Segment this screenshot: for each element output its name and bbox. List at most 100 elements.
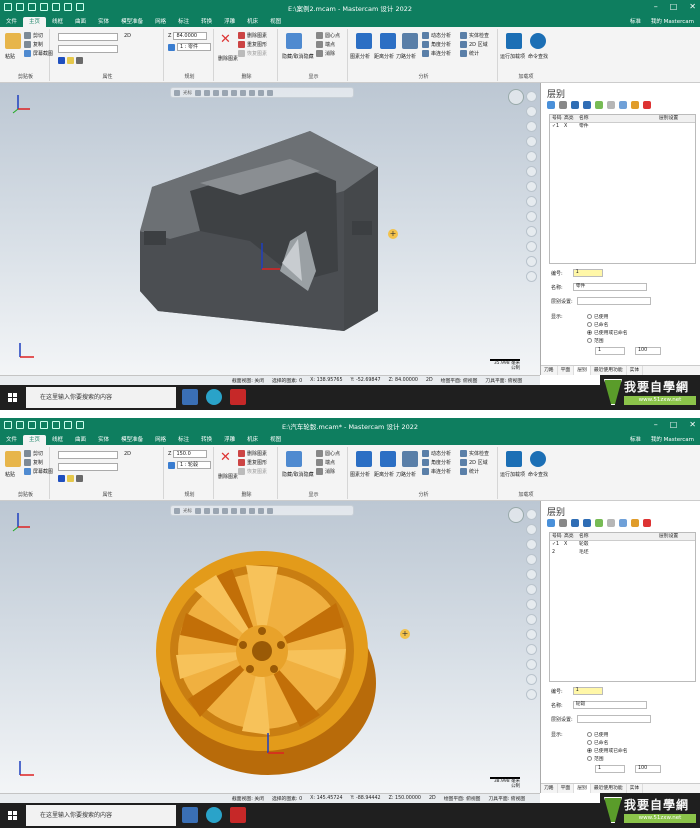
run-addin-icon[interactable] [506, 451, 522, 467]
lock-icon[interactable] [607, 519, 615, 527]
snap-icon-5[interactable] [231, 507, 237, 514]
menu-annotate[interactable]: 标注 [172, 17, 195, 27]
z-depth-field[interactable]: Z 84.0000 [168, 32, 208, 40]
mask-dims-icon[interactable] [526, 256, 537, 267]
mask-splines-icon[interactable] [526, 569, 537, 580]
maximize-icon[interactable]: □ [670, 420, 678, 429]
tab-toolpaths[interactable]: 刀路 [541, 366, 558, 375]
my-mastercam[interactable]: 我的 Mastercam [651, 17, 694, 27]
taskbar-search[interactable]: 在这里输入你要搜索的内容 [26, 387, 176, 408]
refresh-icon[interactable] [595, 519, 603, 527]
windows-start-icon[interactable] [8, 393, 17, 402]
distance-icon[interactable] [380, 33, 396, 49]
dynamic-analysis-button[interactable]: 动态分析 [422, 450, 451, 457]
cut-button[interactable]: 剪切 [24, 450, 43, 457]
taskbar-search[interactable]: 在这里输入你要搜索的内容 [26, 805, 176, 826]
tab-solids[interactable]: 实体 [627, 366, 644, 375]
command-search-icon[interactable] [530, 33, 546, 49]
toolpath-analysis-icon[interactable] [402, 451, 418, 467]
menu-home[interactable]: 主页 [23, 435, 47, 445]
snap-icon-4[interactable] [222, 507, 228, 514]
minimize-icon[interactable]: – [654, 420, 658, 429]
help-icon[interactable] [643, 519, 651, 527]
area-2d-button[interactable]: 2D 区域 [460, 41, 488, 48]
paste-button[interactable]: 粘贴 [5, 53, 15, 60]
toolpath-analysis-button[interactable]: 刀路分析 [396, 53, 416, 60]
menu-view[interactable]: 视图 [264, 435, 287, 445]
menu-surfaces[interactable]: 曲面 [69, 435, 92, 445]
help-icon[interactable] [643, 101, 651, 109]
hide-unhide-button[interactable]: 隐藏/取消隐藏 [282, 53, 314, 60]
name-field[interactable]: 轮毂 [572, 701, 647, 709]
statistics-button[interactable]: 统计 [460, 468, 479, 475]
menu-solids[interactable]: 实体 [92, 17, 115, 27]
menu-mesh[interactable]: 网格 [149, 435, 172, 445]
clear-button[interactable]: 消除 [316, 50, 335, 57]
level-value[interactable]: 1 : 轮毂 [177, 461, 211, 469]
gear-icon[interactable] [631, 101, 639, 109]
layers-icon[interactable] [571, 519, 579, 527]
menu-annotate[interactable]: 标注 [172, 435, 195, 445]
color-swatches[interactable] [58, 475, 83, 482]
minimize-icon[interactable]: – [654, 2, 658, 11]
lock-icon[interactable] [607, 101, 615, 109]
dimension-toggle[interactable]: 2D [124, 451, 131, 457]
clear-select-icon[interactable] [267, 89, 273, 96]
solid-check-button[interactable]: 实体检查 [460, 450, 489, 457]
workspace-selector[interactable]: 标准 [630, 435, 641, 445]
mask-color-icon[interactable] [526, 614, 537, 625]
mask-result-icon[interactable] [526, 241, 537, 252]
find-level-icon[interactable] [559, 519, 567, 527]
angle-analysis-button[interactable]: 角度分析 [422, 41, 451, 48]
clear-button[interactable]: 消除 [316, 468, 335, 475]
mask-level-icon[interactable] [526, 629, 537, 640]
copy-button[interactable]: 复制 [24, 459, 43, 466]
menu-solids[interactable]: 实体 [92, 435, 115, 445]
graphics-viewport[interactable]: 光标 + 35.998 毫米 公制 [0, 83, 540, 375]
run-addin-button[interactable]: 运行加载项 [500, 471, 525, 478]
snap-icon-2[interactable] [204, 507, 210, 514]
filter-icon[interactable] [240, 507, 246, 514]
print-level-icon[interactable] [619, 519, 627, 527]
select-icon[interactable] [174, 507, 180, 514]
refresh-icon[interactable] [595, 101, 603, 109]
mask-misc-icon[interactable] [526, 689, 537, 700]
z-value[interactable]: 84.0000 [173, 32, 208, 40]
add-level-icon[interactable] [547, 101, 555, 109]
distance-icon[interactable] [380, 451, 396, 467]
radio-used[interactable]: 已使用 [587, 731, 608, 738]
delete-duplicate-button[interactable]: 删除图素 [238, 32, 267, 39]
mask-result-icon[interactable] [526, 659, 537, 670]
snap-icon[interactable] [195, 507, 201, 514]
center-point-button[interactable]: 圆心点 [316, 450, 340, 457]
line-style-combo[interactable] [58, 33, 118, 41]
construction-plane[interactable]: 绘图平面: 俯视图 [441, 377, 478, 384]
line-width-combo[interactable] [58, 463, 118, 471]
angle-analysis-button[interactable]: 角度分析 [422, 459, 451, 466]
delete-entities-button[interactable]: 删除图素 [218, 473, 238, 480]
view-cube-icon[interactable] [508, 89, 524, 105]
center-point-button[interactable]: 圆心点 [316, 32, 340, 39]
mode-toggle[interactable]: 2D [426, 378, 433, 383]
menu-file[interactable]: 文件 [0, 17, 23, 27]
menu-mesh[interactable]: 网格 [149, 17, 172, 27]
range-from-field[interactable]: 1 [595, 765, 625, 773]
tab-levels[interactable]: 层别 [574, 784, 591, 793]
z-depth-field[interactable]: Z 150.0 [168, 450, 208, 458]
mask-level-icon[interactable] [526, 211, 537, 222]
select-all-icon[interactable] [249, 89, 255, 96]
solid-check-button[interactable]: 实体检查 [460, 32, 489, 39]
tab-solids[interactable]: 实体 [627, 784, 644, 793]
mask-arcs-icon[interactable] [526, 136, 537, 147]
number-field[interactable]: 1 [572, 687, 603, 695]
undelete-button[interactable]: 恢复图素 [238, 468, 267, 475]
dimension-toggle[interactable]: 2D [124, 33, 131, 39]
close-icon[interactable]: ✕ [689, 420, 696, 429]
entity-analysis-button[interactable]: 图素分析 [350, 53, 370, 60]
mask-points-icon[interactable] [526, 106, 537, 117]
mask-dims-icon[interactable] [526, 674, 537, 685]
menu-relief[interactable]: 浮雕 [218, 435, 241, 445]
row-highlight[interactable] [564, 549, 579, 557]
print-level-icon[interactable] [619, 101, 627, 109]
close-icon[interactable]: ✕ [689, 2, 696, 11]
